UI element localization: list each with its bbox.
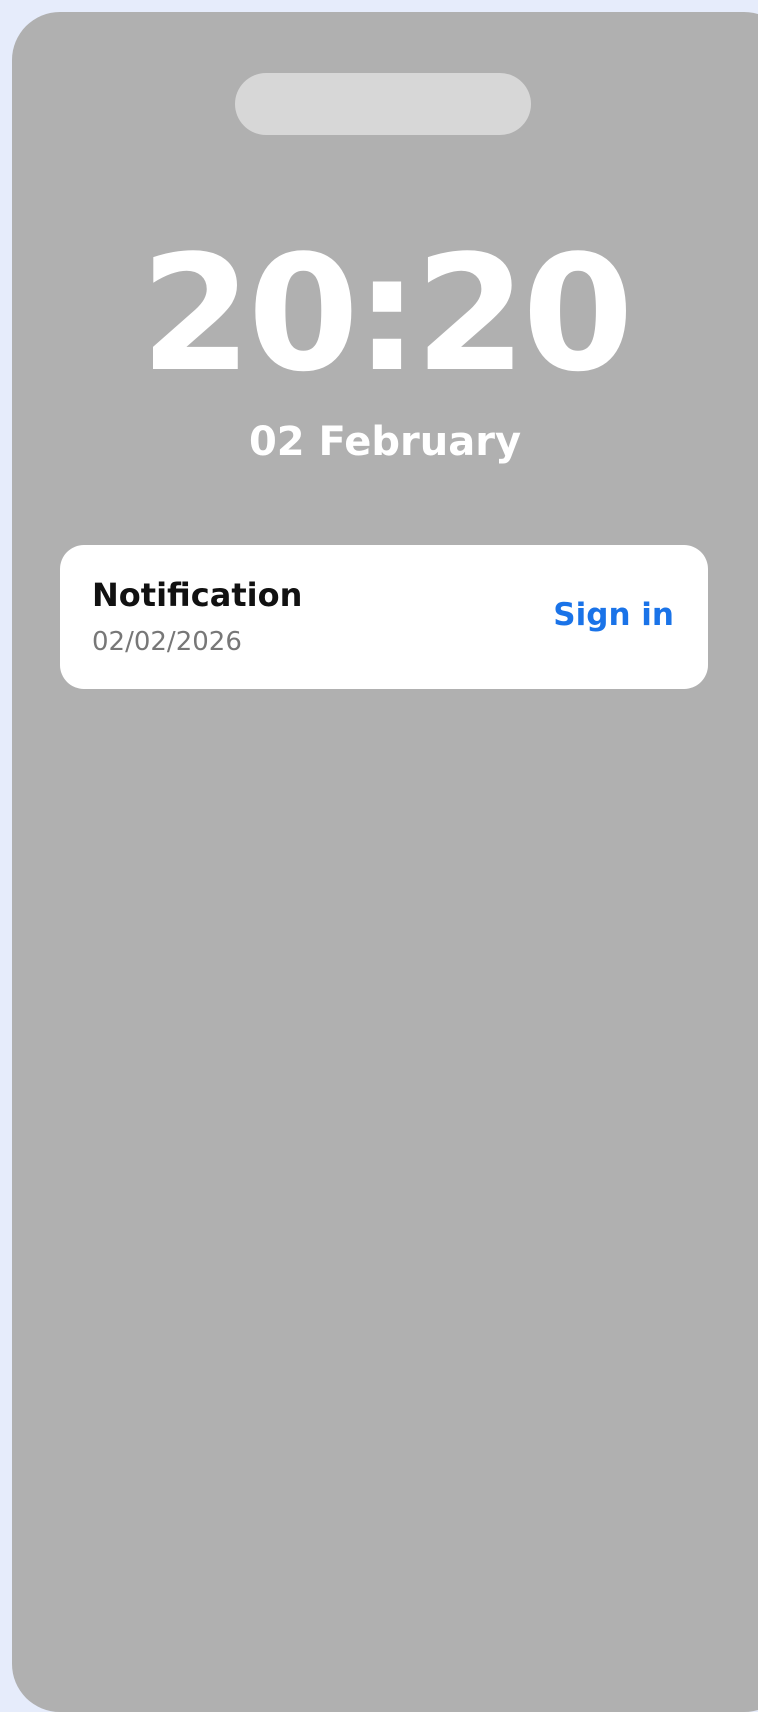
notification-card[interactable]: Notification 02/02/2026 Sign in — [60, 545, 708, 689]
lockscreen-date: 02 February — [248, 419, 522, 465]
dynamic-island — [235, 73, 531, 135]
sign-in-button[interactable]: Sign in — [553, 600, 674, 631]
notification-timestamp: 02/02/2026 — [92, 627, 242, 657]
lockscreen-clock: 20:20 — [140, 220, 633, 407]
phone-screen: 20:20 02 February Notification 02/02/202… — [12, 12, 758, 1712]
notification-title: Notification — [92, 576, 303, 614]
